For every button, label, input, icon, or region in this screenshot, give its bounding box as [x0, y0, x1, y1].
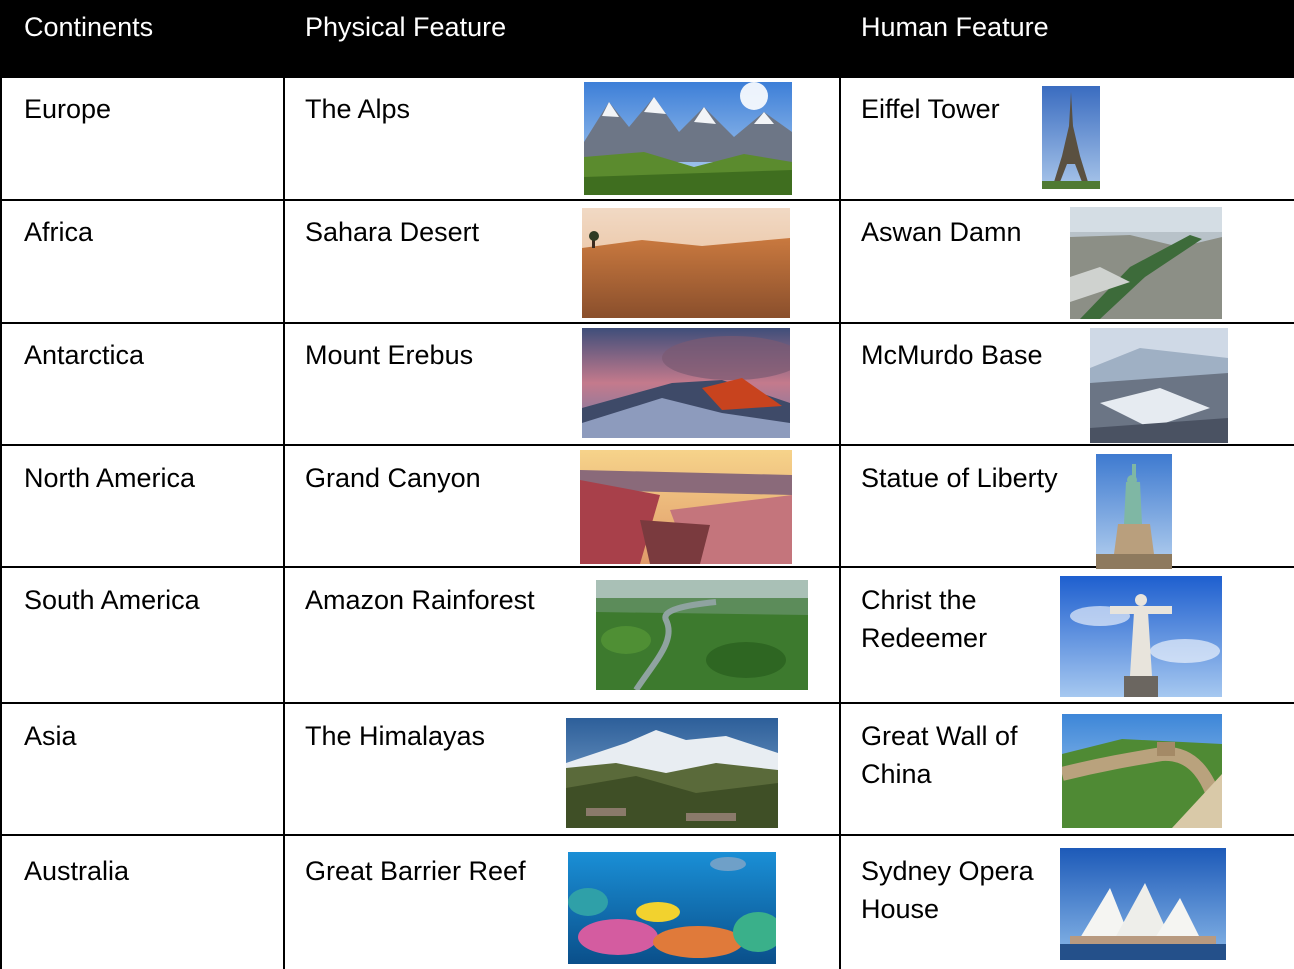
grid-line: [0, 834, 1294, 836]
continent-cell: Asia: [24, 721, 77, 751]
grid-line: [0, 199, 1294, 201]
great-barrier-reef-photo: [568, 852, 776, 964]
himalayas-photo: [566, 718, 778, 828]
continent-cell: Australia: [24, 856, 130, 886]
sahara-desert-photo: [582, 208, 790, 318]
mount-erebus-photo: [582, 328, 790, 438]
physical-feature-cell: Mount Erebus: [305, 340, 474, 370]
physical-feature-cell: Grand Canyon: [305, 463, 481, 493]
grid-line: [0, 444, 1294, 446]
physical-feature-cell: Great Barrier Reef: [305, 856, 526, 886]
header-human-feature: Human Feature: [861, 12, 1049, 42]
amazon-rainforest-photo: [596, 580, 808, 690]
mcmurdo-base-photo: [1090, 328, 1228, 443]
human-feature-cell: Eiffel Tower: [861, 94, 1000, 124]
human-feature-cell: Christ the Redeemer: [861, 585, 988, 653]
features-table: Continents Physical Feature Human Featur…: [0, 0, 1294, 969]
human-feature-cell: Aswan Damn: [861, 217, 1022, 247]
header-continents: Continents: [24, 12, 154, 42]
physical-feature-cell: The Alps: [305, 94, 411, 124]
aswan-dam-photo: [1070, 207, 1222, 319]
grand-canyon-photo: [580, 450, 792, 564]
continent-cell: North America: [24, 463, 196, 493]
grid-line: [0, 322, 1294, 324]
continent-cell: Europe: [24, 94, 112, 124]
physical-feature-cell: The Himalayas: [305, 721, 486, 751]
grid-line: [0, 702, 1294, 704]
human-feature-cell: McMurdo Base: [861, 340, 1043, 370]
table-header: Continents Physical Feature Human Featur…: [0, 0, 1294, 78]
header-physical-feature: Physical Feature: [305, 12, 507, 42]
statue-of-liberty-photo: [1096, 454, 1172, 569]
great-wall-photo: [1062, 714, 1222, 828]
continent-cell: Antarctica: [24, 340, 145, 370]
alps-photo: [584, 82, 792, 195]
christ-the-redeemer-photo: [1060, 576, 1222, 697]
human-feature-cell: Great Wall of China: [861, 721, 1018, 789]
human-feature-cell: Statue of Liberty: [861, 463, 1058, 493]
human-feature-cell: Sydney Opera House: [861, 856, 1034, 924]
physical-feature-cell: Sahara Desert: [305, 217, 480, 247]
eiffel-tower-photo: [1042, 86, 1100, 189]
continent-cell: South America: [24, 585, 200, 615]
physical-feature-cell: Amazon Rainforest: [305, 585, 535, 615]
continent-cell: Africa: [24, 217, 94, 247]
sydney-opera-house-photo: [1060, 848, 1226, 960]
